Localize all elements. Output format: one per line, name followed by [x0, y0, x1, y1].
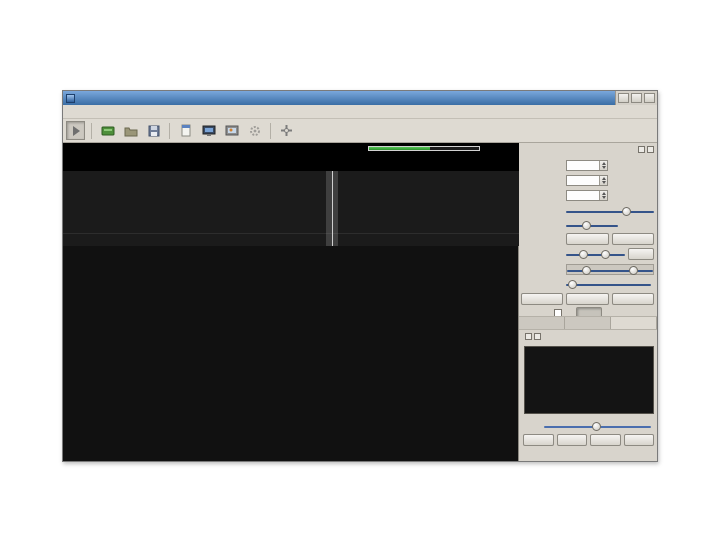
audio-buttons [523, 434, 654, 446]
tuning-line[interactable] [332, 171, 333, 246]
lock-button[interactable] [628, 248, 654, 260]
audio-options-button[interactable] [623, 434, 654, 446]
tab-receiver-options[interactable] [565, 317, 611, 329]
gqrx-window [62, 90, 658, 463]
audio-spectrum-canvas [525, 347, 653, 413]
meter-bar [368, 146, 480, 151]
crosshair-icon [281, 125, 292, 136]
frequency-display[interactable] [63, 143, 519, 171]
spinner-arrows-icon[interactable] [599, 160, 607, 170]
toolbar-separator [91, 122, 92, 139]
settings-button[interactable] [245, 121, 264, 140]
filter-band[interactable] [326, 171, 338, 246]
close-icon[interactable] [644, 93, 655, 103]
play-button[interactable] [590, 434, 621, 446]
close-panel-icon[interactable] [534, 333, 541, 340]
meter-fill [369, 147, 430, 150]
frequency-axis [63, 233, 519, 246]
maximize-icon[interactable] [631, 93, 642, 103]
save-icon [148, 125, 159, 136]
rate-select[interactable] [566, 174, 608, 186]
bookmarks-icon [181, 124, 190, 137]
tab-input-controls[interactable] [519, 317, 565, 329]
rate-value [567, 176, 599, 185]
fft-panel-header [523, 146, 654, 153]
slider-handle[interactable] [628, 265, 638, 275]
toolbar-separator [270, 122, 271, 139]
slider-handle[interactable] [601, 249, 611, 259]
device-icon [101, 126, 114, 135]
demod-button[interactable] [611, 293, 654, 305]
waterfall-db-range-slider[interactable] [566, 263, 654, 275]
pandapter-db-range-slider[interactable] [566, 249, 625, 259]
start-dsp-button[interactable] [66, 121, 85, 140]
pandapter-waterfall-split-slider[interactable] [566, 220, 618, 230]
folder-icon [124, 127, 137, 136]
screen-icon [202, 125, 215, 136]
waterfall-canvas[interactable] [63, 246, 519, 463]
window-titlebar[interactable] [63, 91, 657, 105]
fft-size-value [567, 161, 599, 170]
close-panel-icon[interactable] [647, 146, 654, 153]
io-devices-button[interactable] [98, 121, 117, 140]
fft-settings-panel [519, 143, 657, 461]
play-icon [72, 125, 80, 136]
slider-handle[interactable] [622, 206, 632, 216]
peak-detect-button[interactable] [566, 233, 609, 245]
spinner-arrows-icon[interactable] [599, 175, 607, 185]
menu-bar [63, 105, 657, 119]
center-freq-button[interactable] [277, 121, 296, 140]
freq-zoom-slider[interactable] [566, 279, 651, 289]
toolbar-separator [169, 122, 170, 139]
averaging-slider[interactable] [566, 206, 654, 216]
udp-button[interactable] [523, 434, 554, 446]
spectrum-canvas[interactable] [63, 171, 519, 233]
fullscreen-button[interactable] [199, 121, 218, 140]
toolbar [63, 119, 657, 143]
float-panel-icon[interactable] [525, 333, 532, 340]
slide [0, 0, 720, 540]
slider-handle[interactable] [581, 220, 591, 230]
center-button[interactable] [566, 293, 609, 305]
remote-screen-icon [225, 125, 238, 135]
bookmarks-button[interactable] [176, 121, 195, 140]
peak-hold-button[interactable] [611, 233, 654, 245]
main-area [63, 143, 657, 463]
timespan-select[interactable] [566, 189, 608, 201]
app-icon [66, 93, 75, 103]
fft-size-select[interactable] [566, 159, 608, 171]
tab-fft-settings[interactable] [611, 317, 657, 329]
slider-handle[interactable] [567, 279, 577, 289]
reset-button[interactable] [521, 293, 564, 305]
audio-gain-row [521, 420, 654, 432]
audio-spectrum [524, 346, 654, 414]
slider-handle[interactable] [578, 249, 588, 259]
open-button[interactable] [121, 121, 140, 140]
slider-handle[interactable] [582, 265, 592, 275]
spinner-arrows-icon[interactable] [599, 190, 607, 200]
save-button[interactable] [144, 121, 163, 140]
panel-tabs [519, 316, 657, 330]
window-controls [615, 91, 657, 105]
receiver-pane [63, 143, 519, 463]
rec-button[interactable] [556, 434, 587, 446]
timespan-value [567, 191, 599, 200]
signal-meter [368, 145, 480, 152]
slider-handle[interactable] [592, 421, 602, 431]
gain-slider[interactable] [544, 421, 651, 431]
minimize-icon[interactable] [618, 93, 629, 103]
float-panel-icon[interactable] [638, 146, 645, 153]
gear-icon [249, 125, 260, 136]
audio-panel-header [523, 333, 654, 340]
remote-control-button[interactable] [222, 121, 241, 140]
pandapter[interactable] [63, 171, 519, 233]
